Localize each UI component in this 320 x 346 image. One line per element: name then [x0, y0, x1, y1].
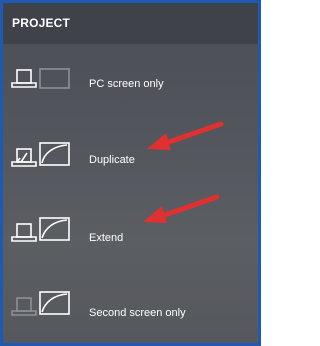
extend-icon — [11, 217, 70, 242]
option-pc-screen-only[interactable]: PC screen only — [3, 48, 258, 118]
option-label: PC screen only — [89, 78, 164, 90]
project-panel: PROJECT PC screen only Duplicate Extend … — [0, 0, 261, 346]
option-second-screen-only[interactable]: Second screen only — [3, 273, 258, 343]
second-screen-only-icon — [11, 291, 70, 316]
panel-title: PROJECT — [12, 16, 71, 30]
pc-screen-only-icon — [11, 68, 70, 89]
duplicate-icon — [11, 142, 70, 167]
option-label: Duplicate — [89, 154, 135, 166]
option-label: Extend — [89, 232, 124, 244]
annotation-arrow-duplicate — [147, 121, 224, 150]
option-label: Second screen only — [89, 307, 186, 319]
annotation-arrow-extend — [143, 194, 220, 223]
panel-header: PROJECT — [3, 3, 258, 44]
